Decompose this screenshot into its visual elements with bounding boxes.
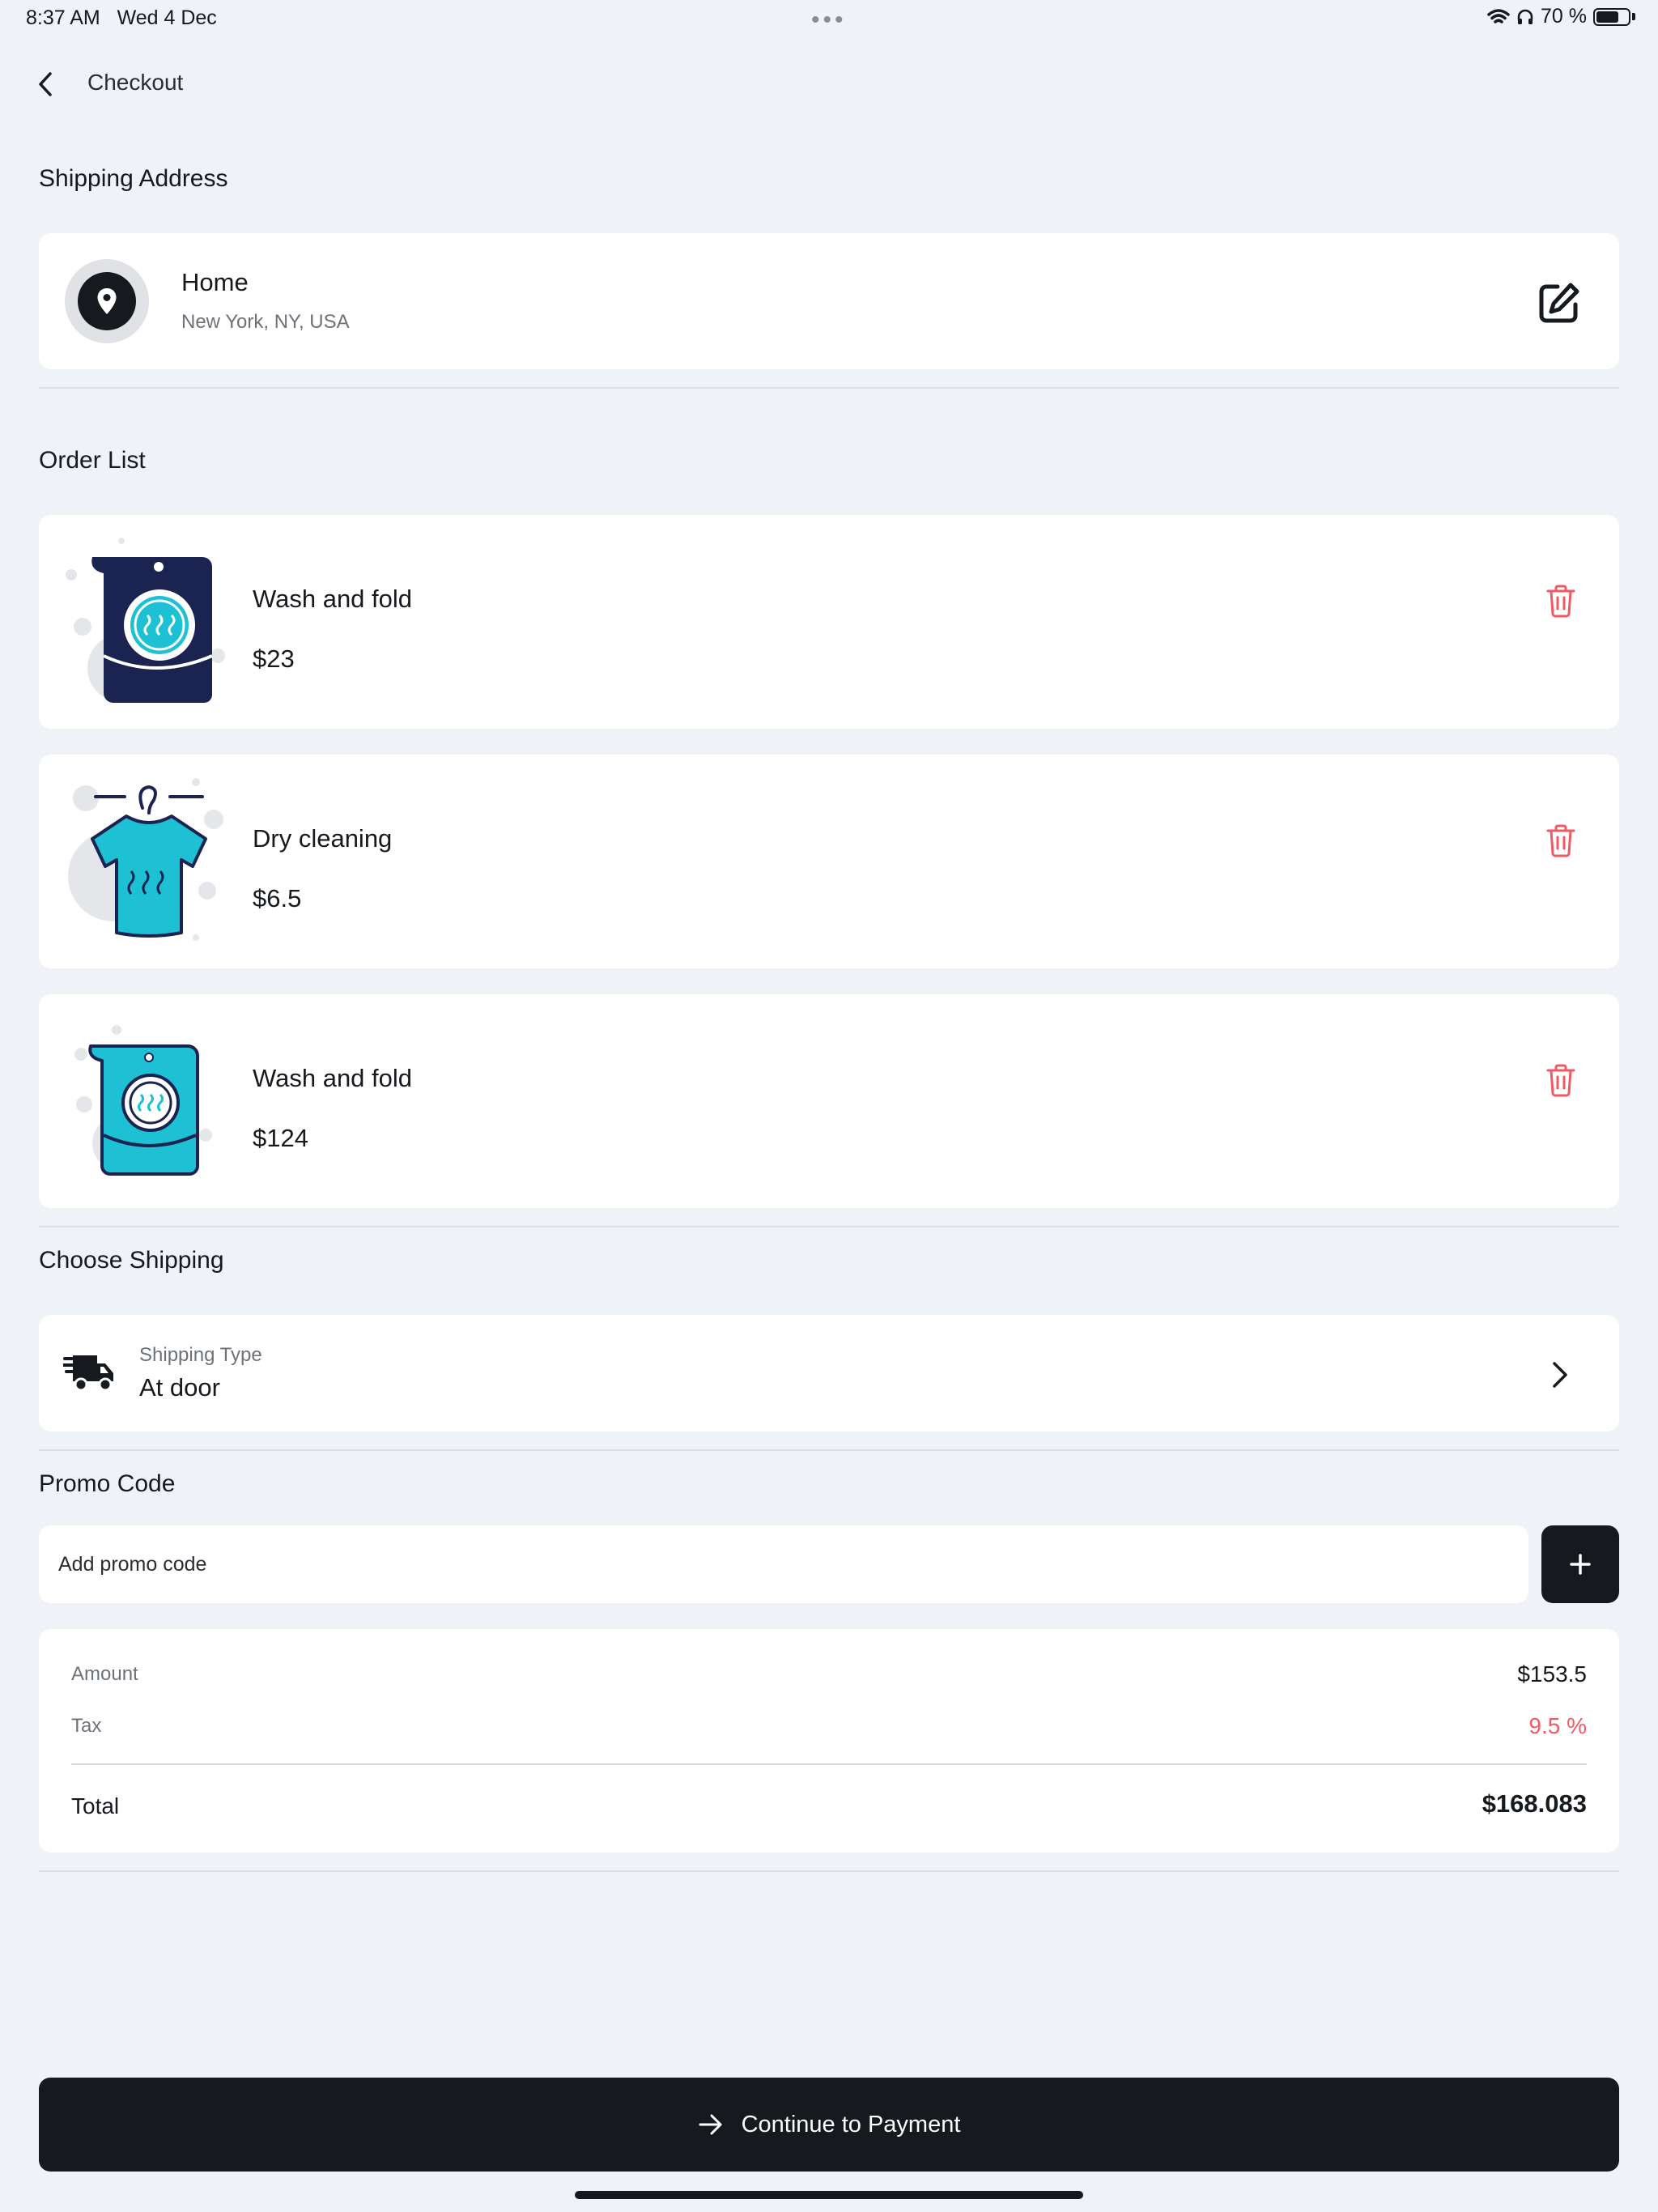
plus-icon: [1570, 1554, 1591, 1575]
amount-label: Amount: [71, 1663, 138, 1685]
trash-icon: [1546, 824, 1575, 857]
shipping-type-value: At door: [139, 1373, 220, 1402]
order-item-title: Wash and fold: [253, 585, 413, 613]
total-label: Total: [71, 1793, 120, 1819]
chevron-left-icon: [39, 72, 52, 96]
summary-divider: [71, 1763, 1587, 1765]
add-promo-button[interactable]: [1541, 1525, 1619, 1603]
delete-item-button[interactable]: [1543, 1062, 1579, 1098]
status-date: Wed 4 Dec: [117, 6, 217, 29]
shipping-type-label: Shipping Type: [139, 1344, 262, 1366]
status-clock: 8:37 AM: [26, 6, 100, 29]
trash-icon: [1546, 1064, 1575, 1097]
delivery-truck-icon: [63, 1355, 113, 1392]
order-item-card: [39, 755, 1619, 968]
delete-item-button[interactable]: [1543, 583, 1579, 619]
promo-code-title: Promo Code: [39, 1470, 176, 1497]
shirt-hanger-icon: [68, 778, 223, 941]
continue-to-payment-label: Continue to Payment: [741, 2111, 961, 2138]
battery-percent: 70 %: [1541, 5, 1587, 28]
laundry-bag-navy-icon: [66, 538, 225, 703]
divider: [39, 1449, 1619, 1451]
continue-to-payment-button[interactable]: Continue to Payment: [39, 2078, 1619, 2172]
divider: [39, 387, 1619, 389]
edit-icon: [1539, 283, 1579, 323]
choose-shipping-title: Choose Shipping: [39, 1247, 224, 1274]
status-time: 8:37 AM Wed 4 Dec: [26, 6, 217, 30]
order-item-price: $6.5: [253, 884, 302, 912]
back-button[interactable]: [29, 68, 62, 100]
arrow-right-icon: [699, 2114, 722, 2135]
divider: [39, 1870, 1619, 1872]
promo-code-input[interactable]: [39, 1525, 1528, 1603]
order-item-price: $23: [253, 644, 295, 673]
battery-nub: [1632, 13, 1635, 20]
order-item-card: [39, 994, 1619, 1208]
order-summary-card: [39, 1629, 1619, 1853]
total-value: $168.083: [1482, 1789, 1587, 1818]
order-list-title: Order List: [39, 447, 146, 474]
tax-value: 9.5 %: [1528, 1713, 1587, 1738]
divider: [39, 1226, 1619, 1227]
edit-address-button[interactable]: [1535, 279, 1584, 327]
page-title: Checkout: [87, 70, 184, 95]
status-indicators: 70 %: [1487, 5, 1635, 28]
delete-item-button[interactable]: [1543, 823, 1579, 858]
address-line: New York, NY, USA: [181, 311, 350, 333]
wifi-icon: [1487, 8, 1510, 23]
order-item-title: Dry cleaning: [253, 824, 393, 853]
amount-value: $153.5: [1517, 1661, 1587, 1687]
address-card[interactable]: [39, 233, 1619, 369]
shipping-type-selector[interactable]: [39, 1315, 1619, 1431]
laundry-bag-teal-icon: [74, 1025, 212, 1176]
address-name: Home: [181, 268, 249, 296]
home-indicator[interactable]: [575, 2191, 1083, 2199]
order-item-title: Wash and fold: [253, 1064, 413, 1092]
location-pin-badge: [65, 259, 149, 343]
location-pin-icon: [97, 288, 117, 314]
trash-icon: [1546, 585, 1575, 618]
chevron-right-icon: [1553, 1362, 1567, 1388]
order-item-price: $124: [253, 1124, 308, 1152]
multitasking-dots-icon[interactable]: •••: [811, 6, 847, 34]
headphones-icon: [1517, 9, 1533, 24]
shipping-address-title: Shipping Address: [39, 165, 228, 192]
tax-label: Tax: [71, 1715, 102, 1737]
order-item-card: [39, 515, 1619, 729]
battery-icon: [1593, 7, 1630, 26]
